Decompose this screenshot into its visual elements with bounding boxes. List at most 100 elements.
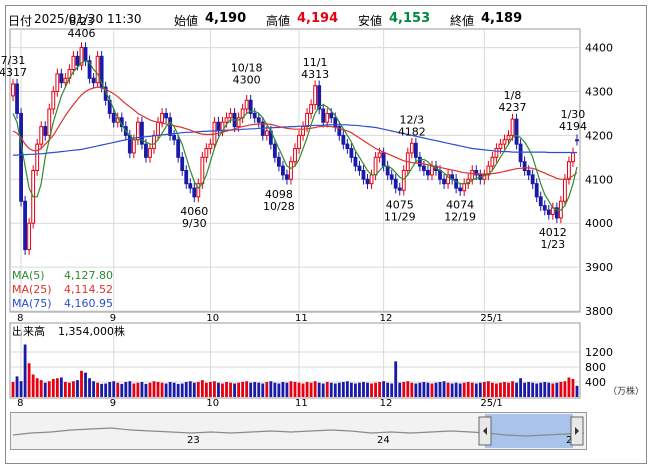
range-navigator[interactable]: 23 24 2 — [10, 412, 587, 450]
volume-bar — [104, 383, 108, 397]
volume-bar — [478, 382, 482, 397]
volume-bar — [196, 382, 200, 397]
candle-body — [43, 126, 48, 136]
volume-unit: （万株） — [608, 385, 644, 397]
volume-xtick-label: 25/1 — [480, 398, 502, 409]
candle-body — [393, 178, 398, 189]
candle-body — [289, 161, 293, 180]
ma25-label: MA(25) — [12, 283, 52, 296]
candle-body — [208, 143, 213, 150]
volume-bar — [241, 382, 245, 397]
annotation-label: 1/23 — [540, 238, 565, 251]
candle-body — [345, 143, 350, 150]
volume-bar — [237, 382, 241, 397]
candle-body — [381, 152, 386, 167]
candle-body — [301, 126, 305, 136]
navigator-label-23: 23 — [187, 435, 200, 446]
candle-body — [63, 77, 68, 84]
volume-bar — [59, 377, 63, 397]
annotation-label: 4300 — [233, 73, 261, 86]
candle-body — [51, 90, 56, 110]
volume-bar — [31, 374, 35, 397]
volume-bar — [519, 378, 522, 397]
candle-body — [361, 170, 366, 180]
candle-body — [152, 134, 156, 150]
candle-body — [59, 73, 64, 84]
candle-body — [293, 148, 297, 163]
price-ytick-label: 3900 — [585, 261, 613, 274]
candle-body — [510, 118, 515, 136]
candle-body — [200, 156, 205, 185]
volume-bar — [301, 383, 305, 397]
candle-body — [47, 108, 52, 136]
candle-body — [144, 143, 148, 158]
volume-bar — [450, 383, 454, 397]
volume-bar — [116, 382, 120, 397]
volume-bar — [229, 382, 232, 397]
candle-body — [305, 112, 309, 128]
ma-legend: MA(5) 4,127.80 MA(25) 4,114.52 MA(75) 4,… — [12, 269, 113, 310]
annotation-label: 9/30 — [182, 217, 207, 230]
volume-bar — [225, 382, 228, 397]
candle-body — [442, 178, 446, 185]
candle-body — [168, 117, 173, 136]
candle-body — [212, 121, 217, 145]
volume-bar — [386, 382, 390, 397]
price-ytick-label: 3800 — [585, 305, 613, 318]
volume-bar — [362, 382, 365, 397]
volume-bar — [92, 381, 95, 397]
volume-bar — [188, 381, 192, 397]
volume-bar — [358, 382, 361, 397]
volume-bar — [402, 382, 406, 397]
candle-body — [216, 121, 221, 132]
candle-body — [546, 209, 551, 215]
volume-bar — [543, 382, 547, 397]
volume-xtick-label: 8 — [17, 398, 23, 409]
volume-bar — [486, 381, 490, 397]
price-xtick-label: 10 — [206, 313, 219, 324]
annotation-label: 4237 — [499, 101, 527, 114]
volume-bar — [245, 381, 249, 397]
volume-bar — [297, 382, 301, 397]
candle-body — [373, 156, 378, 176]
volume-bar — [43, 382, 47, 397]
candle-body — [111, 112, 116, 123]
volume-bar — [128, 381, 132, 397]
volume-bar — [458, 383, 462, 397]
volume-bar — [47, 381, 51, 397]
candle-body — [224, 117, 229, 123]
volume-bar — [466, 382, 470, 397]
volume-bar — [503, 382, 506, 397]
volume-bar — [19, 381, 23, 397]
candle-body — [349, 148, 354, 158]
volume-bar — [156, 382, 160, 397]
volume-bar — [337, 382, 341, 397]
volume-bar — [80, 370, 83, 397]
volume-bar — [144, 383, 148, 397]
volume-bar — [213, 381, 216, 397]
volume-bar — [192, 382, 196, 397]
volume-bar — [527, 382, 531, 397]
candle-body — [530, 174, 535, 185]
volume-bar — [88, 378, 91, 397]
volume-bar — [329, 382, 333, 397]
candle-body — [494, 148, 499, 158]
candle-body — [19, 112, 23, 202]
volume-bar — [434, 382, 438, 397]
volume-bar — [551, 383, 555, 397]
candle-body — [490, 156, 495, 167]
candle-body — [409, 142, 414, 154]
navigator-left-handle[interactable] — [478, 416, 492, 446]
navigator-right-handle[interactable] — [570, 416, 584, 446]
price-ytick-label: 4100 — [585, 173, 613, 186]
volume-xtick-label: 11 — [295, 398, 308, 409]
volume-bar — [184, 382, 188, 397]
candle-body — [164, 112, 169, 119]
volume-bar — [289, 381, 293, 397]
volume-bar — [442, 381, 446, 397]
stock-chart: 4400430042004100400039003800 7/3143178/2… — [0, 15, 644, 409]
price-xtick-label: 12 — [380, 313, 393, 324]
volume-bar — [422, 382, 426, 397]
volume-bar — [354, 383, 357, 397]
volume-bar — [394, 361, 398, 397]
